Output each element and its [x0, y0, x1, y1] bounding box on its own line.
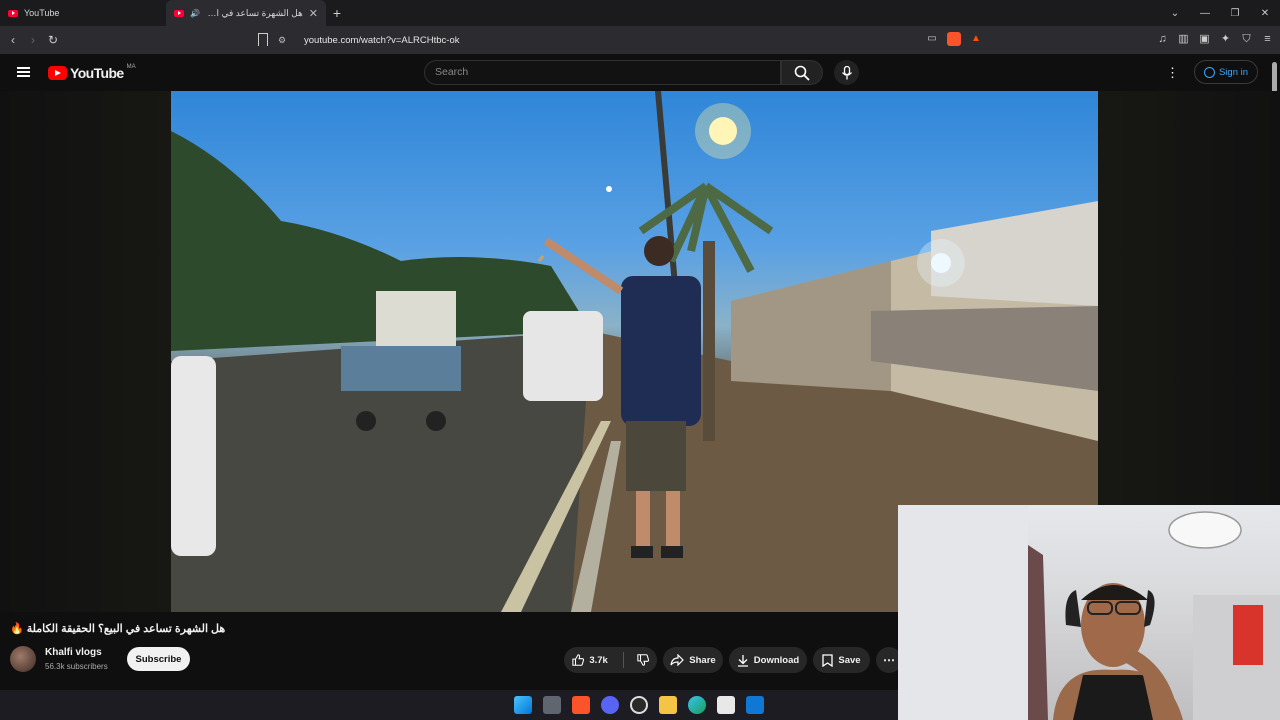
- channel-name[interactable]: Khalfi vlogs: [45, 647, 102, 658]
- wallet-icon[interactable]: ▣: [1198, 32, 1211, 46]
- browser-toolbar: ‹ › ↻ ⚙ youtube.com/watch?v=ALRCHtbc-ok …: [0, 26, 1280, 54]
- menu-icon[interactable]: ≡: [1261, 32, 1274, 46]
- save-button[interactable]: Save: [813, 647, 870, 673]
- site-info-icon[interactable]: ⚙: [278, 35, 290, 46]
- youtube-logo[interactable]: YouTube MA: [48, 64, 136, 81]
- toolbar-right-icons: ♫ ▥ ▣ ✦ ⛉ ≡: [1156, 32, 1274, 46]
- subscribe-button[interactable]: Subscribe: [127, 647, 190, 671]
- voice-search-button[interactable]: [834, 60, 859, 85]
- address-bar-icons: ▭ ▲: [925, 32, 983, 46]
- search-button[interactable]: [781, 60, 823, 85]
- windows-taskbar: [0, 690, 898, 720]
- tab-search-icon[interactable]: ⌄: [1160, 8, 1190, 19]
- reload-icon[interactable]: ↻: [43, 33, 63, 47]
- channel-avatar[interactable]: [10, 646, 36, 672]
- edge-icon[interactable]: [688, 696, 706, 714]
- new-tab-button[interactable]: +: [326, 5, 348, 21]
- back-icon[interactable]: ‹: [3, 33, 23, 47]
- tab-title: هل الشهرة تساعد في البيع؟ الـ: [206, 7, 303, 18]
- forward-icon[interactable]: ›: [23, 33, 43, 47]
- share-icon: [670, 654, 685, 666]
- webcam-overlay: [898, 505, 1280, 720]
- browser-tab-strip: YouTube 🔊 هل الشهرة تساعد في البيع؟ الـ …: [0, 0, 1280, 26]
- bookmark-icon[interactable]: [258, 33, 268, 46]
- download-label: Download: [753, 654, 800, 666]
- youtube-play-icon: [48, 66, 67, 80]
- address-bar[interactable]: ⚙ youtube.com/watch?v=ALRCHtbc-ok: [278, 30, 998, 50]
- guide-menu-icon[interactable]: [17, 67, 30, 77]
- close-tab-icon[interactable]: ✕: [309, 7, 318, 20]
- url-text: youtube.com/watch?v=ALRCHtbc-ok: [304, 34, 460, 46]
- windows-start-icon[interactable]: [514, 696, 532, 714]
- user-icon: [1203, 66, 1215, 78]
- country-code: MA: [126, 64, 136, 70]
- share-button[interactable]: Share: [663, 647, 723, 673]
- search-icon: [794, 65, 810, 81]
- save-icon: [822, 653, 834, 667]
- cast-icon[interactable]: ▭: [925, 32, 939, 46]
- youtube-wordmark: YouTube: [70, 65, 124, 81]
- download-icon: [737, 654, 748, 667]
- audio-playing-icon[interactable]: 🔊: [190, 9, 200, 18]
- share-label: Share: [689, 654, 716, 666]
- youtube-favicon-icon: [174, 9, 184, 17]
- obs-icon[interactable]: [630, 696, 648, 714]
- sign-in-label: Sign in: [1218, 66, 1249, 78]
- window-controls: ⌄ — ❐ ✕: [1160, 0, 1280, 26]
- video-title: هل الشهرة تساعد في البيع؟ الحقيقة الكامل…: [10, 623, 226, 635]
- brave-rewards-icon[interactable]: ▲: [969, 32, 983, 46]
- store-icon[interactable]: [717, 696, 735, 714]
- restore-button[interactable]: ❐: [1220, 8, 1250, 19]
- save-label: Save: [838, 654, 861, 666]
- leo-ai-icon[interactable]: ✦: [1219, 32, 1232, 46]
- search-input[interactable]: Search: [424, 60, 781, 85]
- taskbar-icons: [514, 696, 764, 714]
- tab-video[interactable]: 🔊 هل الشهرة تساعد في البيع؟ الـ ✕: [166, 0, 326, 26]
- brave-icon[interactable]: [572, 696, 590, 714]
- sign-in-button[interactable]: Sign in: [1194, 60, 1258, 84]
- youtube-favicon-icon: [8, 9, 18, 17]
- sidebar-icon[interactable]: ▥: [1177, 32, 1190, 46]
- outlook-icon[interactable]: [746, 696, 764, 714]
- task-view-icon[interactable]: [543, 696, 561, 714]
- close-window-button[interactable]: ✕: [1250, 8, 1280, 19]
- like-dislike-group: 3.7k: [564, 647, 657, 673]
- file-explorer-icon[interactable]: [659, 696, 677, 714]
- tab-youtube[interactable]: YouTube: [0, 0, 166, 26]
- subscriber-count: 56.3k subscribers: [45, 662, 108, 671]
- brave-shields-icon[interactable]: [947, 32, 961, 46]
- tab-title: YouTube: [24, 8, 60, 18]
- like-divider: [622, 652, 624, 668]
- webcam-frame: [898, 505, 1280, 720]
- youtube-header: YouTube MA Search ⋮ Sign in: [0, 54, 1280, 91]
- download-button[interactable]: Download: [729, 647, 807, 673]
- discord-icon[interactable]: [601, 696, 619, 714]
- thumbs-down-icon[interactable]: [637, 653, 649, 667]
- microphone-icon: [841, 65, 852, 79]
- like-count[interactable]: 3.7k: [589, 655, 608, 666]
- vpn-icon[interactable]: ⛉: [1240, 32, 1253, 46]
- media-icon[interactable]: ♫: [1156, 32, 1169, 46]
- minimize-button[interactable]: —: [1190, 8, 1220, 19]
- thumbs-up-icon[interactable]: [572, 653, 585, 667]
- settings-more-button[interactable]: ⋮: [1166, 65, 1180, 81]
